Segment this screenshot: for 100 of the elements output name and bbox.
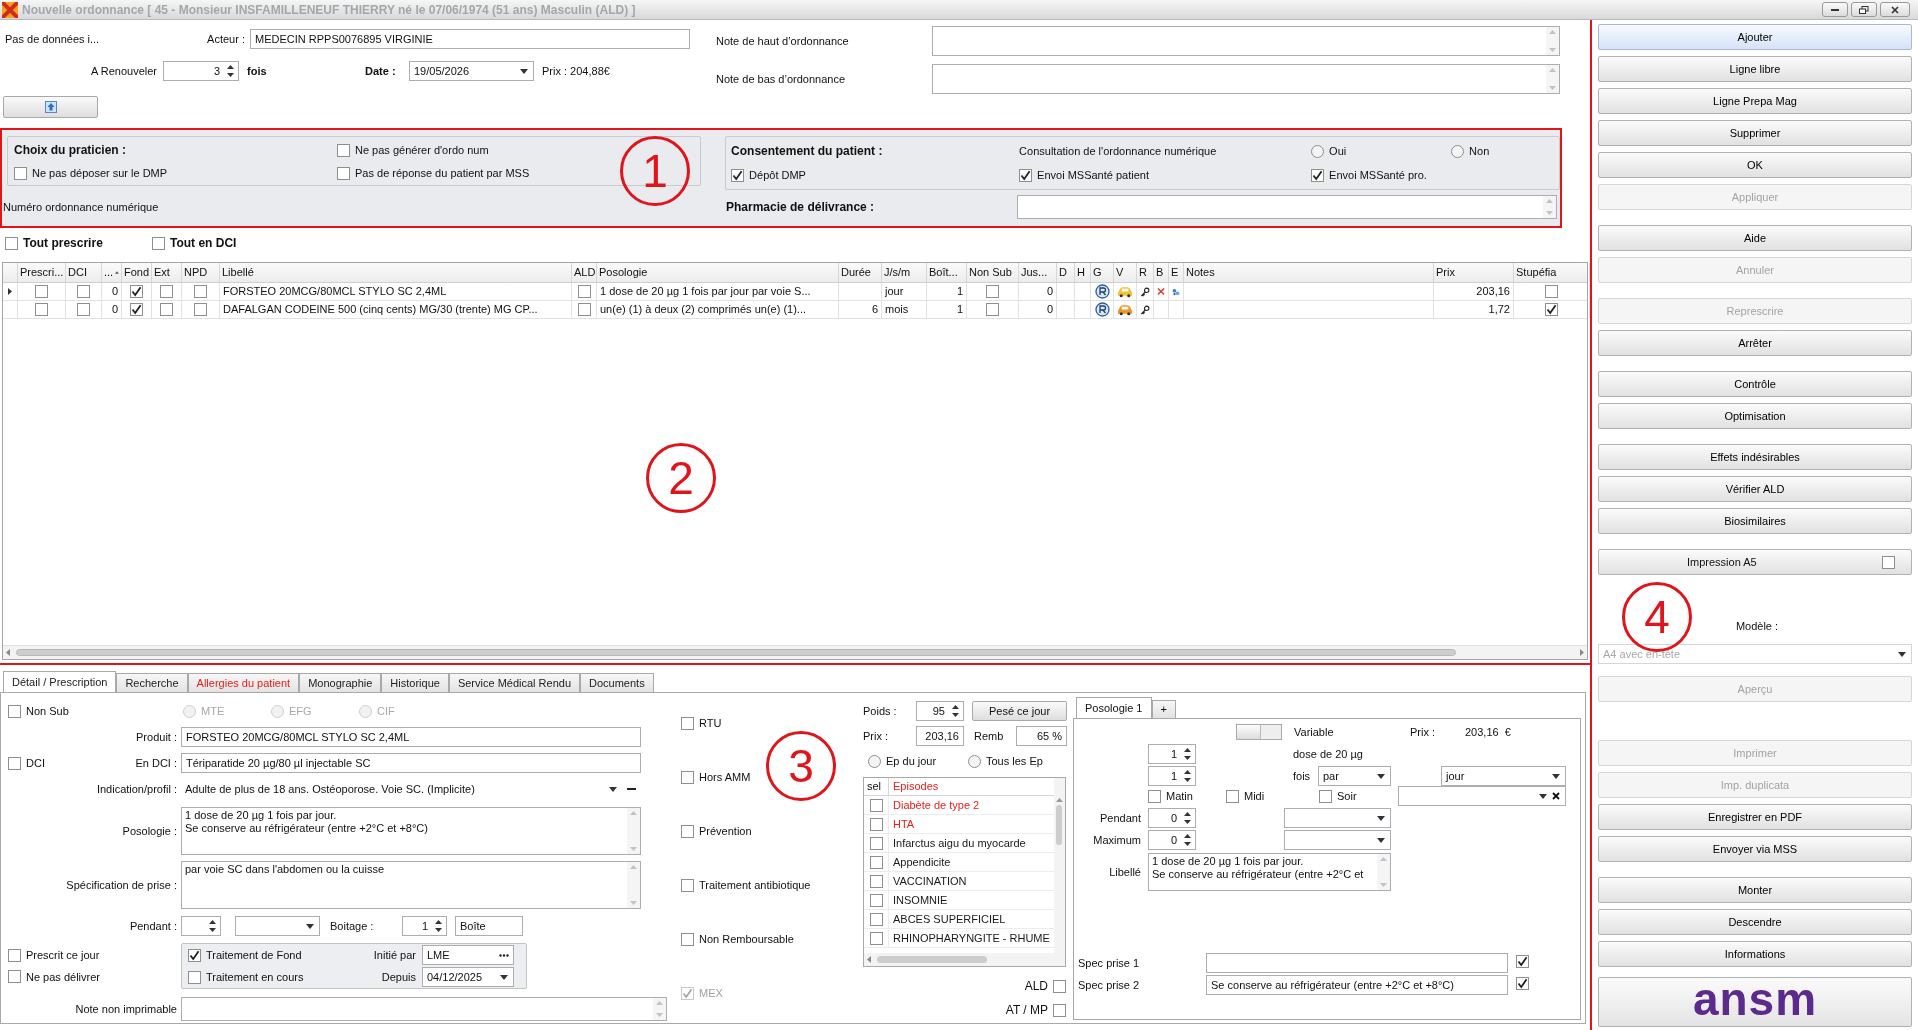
checkbox[interactable] bbox=[8, 948, 21, 962]
since-dropdown[interactable]: 04/12/2025 bbox=[422, 967, 514, 987]
spin-arrows-icon[interactable] bbox=[1183, 811, 1192, 825]
column-header[interactable]: Fond bbox=[122, 263, 152, 282]
duration-spinner[interactable] bbox=[181, 916, 221, 936]
checkbox[interactable] bbox=[130, 285, 143, 298]
radio-button[interactable] bbox=[1311, 144, 1325, 158]
checkbox[interactable] bbox=[1319, 789, 1332, 803]
refund-field[interactable]: 65 % bbox=[1016, 726, 1067, 746]
column-header[interactable]: Stupéfia bbox=[1514, 263, 1590, 282]
spin-arrows-icon[interactable] bbox=[208, 919, 217, 933]
period-dropdown[interactable]: jour bbox=[1441, 766, 1566, 786]
checkbox[interactable] bbox=[869, 836, 883, 850]
checkbox[interactable] bbox=[188, 948, 201, 962]
close-icon[interactable] bbox=[1552, 792, 1560, 800]
checkbox[interactable] bbox=[14, 166, 27, 180]
checkbox[interactable] bbox=[681, 716, 694, 730]
episode-item[interactable]: RHINOPHARYNGITE - RHUME bbox=[889, 929, 1054, 947]
checkbox[interactable] bbox=[869, 874, 883, 888]
maximum-spinner[interactable]: 0 bbox=[1148, 830, 1196, 850]
checkbox[interactable] bbox=[130, 303, 143, 316]
action-button[interactable]: Informations bbox=[1598, 941, 1912, 967]
tab[interactable]: Recherche bbox=[116, 673, 188, 692]
pharmacy-field[interactable] bbox=[1017, 195, 1557, 219]
action-button[interactable]: Descendre bbox=[1598, 909, 1912, 935]
tab[interactable]: Détail / Prescription bbox=[3, 671, 117, 692]
checkbox[interactable] bbox=[1516, 954, 1529, 968]
price-field[interactable]: 203,16 bbox=[916, 726, 964, 746]
action-button[interactable]: Optimisation bbox=[1598, 403, 1912, 429]
dose-spinner[interactable]: 1 bbox=[1148, 744, 1196, 764]
episode-item[interactable]: Infarctus aigu du myocarde bbox=[889, 834, 1030, 852]
table-row[interactable]: 0 DAFALGAN CODEINE 500 (cinq cents) MG/30 (trente) MG CP... un(e) (1) à deux (2) comprimés un(e) (1)... 6 mois 1 0 1,72 bbox=[3, 301, 1587, 319]
column-header[interactable]: Ext bbox=[152, 263, 182, 282]
action-button[interactable]: Arrêter bbox=[1598, 330, 1912, 356]
private-note-field[interactable] bbox=[181, 997, 667, 1021]
tab[interactable]: Allergies du patient bbox=[187, 673, 300, 692]
radio-button[interactable] bbox=[968, 754, 981, 768]
column-header[interactable]: J/s/m bbox=[882, 263, 927, 282]
dci-field[interactable]: Tériparatide 20 µg/80 µl injectable SC bbox=[181, 753, 641, 773]
spin-arrows-icon[interactable] bbox=[1183, 769, 1192, 783]
checkbox[interactable] bbox=[160, 285, 173, 298]
checkbox[interactable] bbox=[1019, 168, 1033, 182]
restore-button[interactable] bbox=[1851, 2, 1877, 17]
column-header[interactable]: Prescri... bbox=[18, 263, 66, 282]
radio-button[interactable] bbox=[271, 704, 284, 718]
column-header[interactable]: Boît... bbox=[927, 263, 967, 282]
column-header[interactable]: Posologie bbox=[597, 263, 839, 282]
radio-button[interactable] bbox=[183, 704, 196, 718]
tab[interactable]: Service Médical Rendu bbox=[448, 673, 580, 692]
episode-item[interactable]: INSOMNIE bbox=[889, 891, 952, 909]
action-button[interactable]: Ligne libre bbox=[1598, 56, 1912, 82]
column-header[interactable]: sel bbox=[864, 778, 889, 795]
caret-icon[interactable] bbox=[609, 786, 617, 792]
action-button[interactable]: Supprimer bbox=[1598, 120, 1912, 146]
action-button[interactable]: Ligne Prepa Mag bbox=[1598, 88, 1912, 114]
checkbox[interactable] bbox=[986, 285, 999, 298]
column-header[interactable]: V bbox=[1114, 263, 1137, 282]
episode-item[interactable]: HTA bbox=[889, 815, 919, 833]
scroll-arrows-icon[interactable] bbox=[653, 998, 666, 1020]
column-header[interactable]: D bbox=[1057, 263, 1075, 282]
action-button[interactable]: Biosimilaires bbox=[1598, 508, 1912, 534]
tab[interactable]: Monographie bbox=[299, 673, 382, 692]
caret-icon[interactable] bbox=[1898, 651, 1906, 657]
checkbox[interactable] bbox=[194, 303, 207, 316]
intake-field[interactable]: par voie SC dans l'abdomen ou la cuisse bbox=[181, 861, 641, 909]
boxing-unit-field[interactable]: Boîte bbox=[455, 916, 523, 936]
boxing-spinner[interactable]: 1 bbox=[402, 916, 447, 936]
checkbox[interactable] bbox=[1226, 789, 1239, 803]
caret-icon[interactable] bbox=[500, 974, 508, 980]
scroll-right-icon[interactable] bbox=[1580, 649, 1584, 656]
column-header[interactable]: G bbox=[1091, 263, 1114, 282]
scroll-up-icon[interactable] bbox=[1055, 798, 1063, 802]
checkbox[interactable] bbox=[1311, 168, 1325, 182]
episode-item[interactable]: Appendicite bbox=[889, 853, 955, 871]
checkbox[interactable] bbox=[1053, 1003, 1066, 1017]
checkbox[interactable] bbox=[577, 303, 591, 316]
wording-field[interactable]: 1 dose de 20 µg 1 fois par jour. Se conserve au réfrigérateur (entre +2°C et bbox=[1148, 853, 1391, 891]
checkbox[interactable] bbox=[869, 798, 883, 812]
close-button[interactable] bbox=[1880, 2, 1910, 17]
scroll-left-icon[interactable] bbox=[867, 956, 871, 963]
per-dropdown[interactable]: par bbox=[1318, 766, 1391, 786]
column-header[interactable]: Non Sub bbox=[967, 263, 1019, 282]
initiated-field[interactable]: LME bbox=[422, 945, 514, 965]
action-button[interactable]: OK bbox=[1598, 152, 1912, 178]
checkbox[interactable] bbox=[577, 285, 591, 298]
checkbox[interactable] bbox=[8, 756, 21, 770]
checkbox[interactable] bbox=[152, 236, 165, 250]
checkbox[interactable] bbox=[337, 143, 350, 157]
caret-icon[interactable] bbox=[306, 923, 314, 929]
checkbox[interactable] bbox=[1053, 979, 1066, 993]
horizontal-scrollbar[interactable] bbox=[864, 953, 1065, 966]
checkbox[interactable] bbox=[869, 931, 883, 945]
column-header[interactable]: E bbox=[1169, 263, 1184, 282]
column-header[interactable]: Notes bbox=[1184, 263, 1434, 282]
checkbox[interactable] bbox=[77, 303, 90, 316]
variable-switch[interactable] bbox=[1236, 724, 1282, 740]
action-button[interactable]: Aide bbox=[1598, 225, 1912, 251]
caret-icon[interactable] bbox=[1377, 837, 1385, 843]
checkbox[interactable] bbox=[681, 932, 694, 946]
column-header[interactable]: H bbox=[1075, 263, 1091, 282]
